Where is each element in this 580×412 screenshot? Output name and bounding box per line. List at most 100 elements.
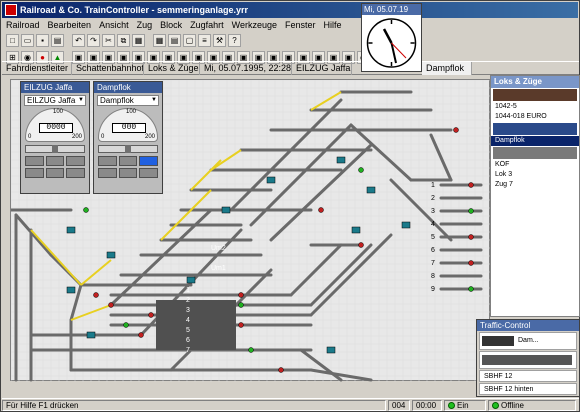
route-highlight	[190, 159, 222, 191]
slider-knob[interactable]	[125, 145, 131, 153]
menu-bar: Railroad Bearbeiten Ansicht Zug Block Zu…	[2, 18, 360, 32]
direction-button[interactable]	[25, 168, 44, 178]
paste-icon[interactable]: ▦	[132, 34, 145, 47]
status-time: 00:00	[412, 399, 442, 411]
menu-werkzeuge[interactable]: Werkzeuge	[232, 20, 277, 30]
direction-button[interactable]	[98, 168, 117, 178]
controller-eilzug[interactable]: EILZUG Jaffa EILZUG Jaffa 0 100 200 0000	[20, 81, 90, 194]
controller-title: EILZUG Jaffa	[21, 82, 89, 93]
controller-dampflok[interactable]: Dampflok Dampflok 0 100 200 000	[93, 81, 163, 194]
traffic-row[interactable]: SBHF 12 hinten	[479, 383, 577, 395]
title-bar: Railroad & Co. TrainController - semmeri…	[2, 2, 578, 18]
block-indicator	[221, 206, 231, 214]
window-title: Railroad & Co. TrainController - semmeri…	[20, 5, 249, 15]
signal-light	[358, 167, 364, 173]
help-icon[interactable]: ?	[228, 34, 241, 47]
function-buttons	[25, 156, 86, 166]
loco-select[interactable]: EILZUG Jaffa	[24, 95, 86, 106]
table-icon[interactable]: ▤	[168, 34, 181, 47]
direction-button[interactable]	[139, 168, 159, 178]
menu-zugfahrt[interactable]: Zugfahrt	[190, 20, 224, 30]
function-button[interactable]	[118, 156, 138, 166]
print-icon[interactable]: ▤	[51, 34, 64, 47]
siding-number: 1	[431, 182, 435, 189]
tab-loks-zuege[interactable]: Loks & Züge	[144, 61, 200, 75]
list-item[interactable]: KÖF	[491, 160, 579, 170]
speed-slider[interactable]	[98, 145, 158, 153]
direction-button[interactable]	[118, 168, 138, 178]
status-mode: Ein	[444, 399, 486, 411]
siding-number: 7	[431, 260, 435, 267]
tab-schattenbahnhof[interactable]: Schattenbahnhof	[72, 61, 144, 75]
status-help: Für Hilfe F1 drücken	[2, 399, 386, 411]
save-icon[interactable]: ▪	[36, 34, 49, 47]
station-block	[156, 300, 236, 350]
slider-knob[interactable]	[52, 145, 58, 153]
list-icon[interactable]: ≡	[198, 34, 211, 47]
block-indicator	[336, 156, 346, 164]
speed-display: 000	[112, 123, 146, 133]
block-indicator	[66, 286, 76, 294]
track-segment	[269, 143, 373, 242]
track-segment	[289, 243, 343, 297]
clock-window[interactable]: Mi, 05.07.19	[361, 3, 422, 72]
traffic-loco-name: Dam...	[518, 337, 539, 344]
redo-icon[interactable]: ↷	[87, 34, 100, 47]
tools-icon[interactable]: ⚒	[213, 34, 226, 47]
speed-slider[interactable]	[25, 145, 85, 153]
window-icon[interactable]: ▢	[183, 34, 196, 47]
track-segment	[429, 133, 453, 182]
menu-hilfe[interactable]: Hilfe	[324, 20, 342, 30]
tab-datetime[interactable]: Mi, 05.07.1995, 22:28, ...	[200, 61, 292, 75]
grid-icon[interactable]: ▦	[153, 34, 166, 47]
clock-title: Mi, 05.07.19	[362, 4, 421, 15]
function-button[interactable]	[66, 156, 86, 166]
document-tabs: Fahrdienstleiter Schattenbahnhof Loks & …	[2, 61, 579, 75]
tab-fahrdienstleiter[interactable]: Fahrdienstleiter	[2, 61, 72, 75]
menu-zug[interactable]: Zug	[137, 20, 153, 30]
cut-icon[interactable]: ✂	[102, 34, 115, 47]
list-item[interactable]: Zug 7	[491, 180, 579, 190]
block-indicator	[106, 251, 116, 259]
direction-button[interactable]	[66, 168, 86, 178]
siding-number: 9	[431, 286, 435, 293]
signal-light	[238, 302, 244, 308]
signal-light	[248, 347, 254, 353]
block-indicator	[401, 221, 411, 229]
signal-light	[453, 127, 459, 133]
traffic-row[interactable]: SBHF 12	[479, 370, 577, 382]
function-button[interactable]	[139, 156, 159, 166]
new-file-icon[interactable]: □	[6, 34, 19, 47]
list-item[interactable]: 1042-5	[491, 102, 579, 112]
status-led	[492, 401, 499, 409]
function-button[interactable]	[25, 156, 44, 166]
traffic-loco[interactable]: Dam...	[479, 332, 577, 350]
menu-ansicht[interactable]: Ansicht	[99, 20, 129, 30]
undo-icon[interactable]: ↶	[72, 34, 85, 47]
tab-dampflok[interactable]: Dampflok	[422, 61, 472, 75]
track-label: 2	[186, 297, 190, 304]
function-button[interactable]	[45, 156, 65, 166]
signal-light	[238, 292, 244, 298]
signal-light	[123, 322, 129, 328]
signal-light	[468, 286, 474, 292]
menu-fenster[interactable]: Fenster	[285, 20, 316, 30]
siding-number: 5	[431, 234, 435, 241]
menu-railroad[interactable]: Railroad	[6, 20, 40, 30]
speedometer: 0 100 200 0000	[25, 108, 85, 142]
traffic-control-window[interactable]: Traffic-Control Dam... SBHF 12 SBHF 12 h…	[476, 319, 580, 397]
copy-icon[interactable]: ⧉	[117, 34, 130, 47]
menu-block[interactable]: Block	[160, 20, 182, 30]
list-item[interactable]: Lok 3	[491, 170, 579, 180]
tab-eilzug-jaffa[interactable]: EILZUG Jaffa	[292, 61, 352, 75]
list-item[interactable]: Dampflok	[491, 136, 579, 146]
function-button[interactable]	[98, 156, 117, 166]
direction-button[interactable]	[45, 168, 65, 178]
speed-display: 0000	[39, 123, 73, 133]
menu-bearbeiten[interactable]: Bearbeiten	[48, 20, 92, 30]
loco-select[interactable]: Dampflok	[97, 95, 159, 106]
open-folder-icon[interactable]: ▭	[21, 34, 34, 47]
loco-image	[482, 336, 514, 346]
function-buttons	[98, 156, 159, 166]
list-item[interactable]: 1044-018 EURO	[491, 112, 579, 122]
